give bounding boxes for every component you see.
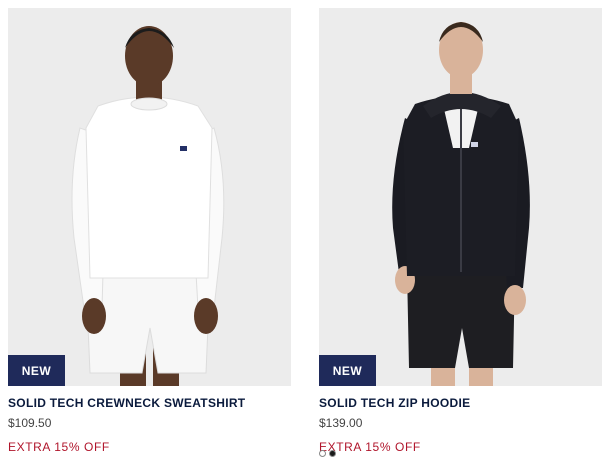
product-card[interactable]: NEW SOLID TECH ZIP HOODIE $139.00 EXTRA … bbox=[319, 8, 602, 457]
new-badge: NEW bbox=[8, 355, 65, 386]
product-price: $139.00 bbox=[319, 416, 363, 430]
color-swatches bbox=[319, 450, 336, 457]
color-swatch[interactable] bbox=[319, 450, 326, 457]
product-grid: NEW SOLID TECH CREWNECK SWEATSHIRT $109.… bbox=[0, 0, 607, 461]
product-card[interactable]: NEW SOLID TECH CREWNECK SWEATSHIRT $109.… bbox=[8, 8, 291, 454]
new-badge: NEW bbox=[319, 355, 376, 386]
model-white-crewneck-image bbox=[8, 8, 291, 386]
promo-label: EXTRA 15% OFF bbox=[319, 440, 421, 454]
product-title[interactable]: SOLID TECH ZIP HOODIE bbox=[319, 396, 602, 410]
promo-label: EXTRA 15% OFF bbox=[8, 440, 110, 454]
model-black-zip-hoodie-image bbox=[319, 8, 602, 386]
product-image[interactable]: NEW bbox=[319, 8, 602, 386]
color-swatch[interactable] bbox=[329, 450, 336, 457]
product-price: $109.50 bbox=[8, 416, 52, 430]
product-title[interactable]: SOLID TECH CREWNECK SWEATSHIRT bbox=[8, 396, 291, 410]
product-image[interactable]: NEW bbox=[8, 8, 291, 386]
